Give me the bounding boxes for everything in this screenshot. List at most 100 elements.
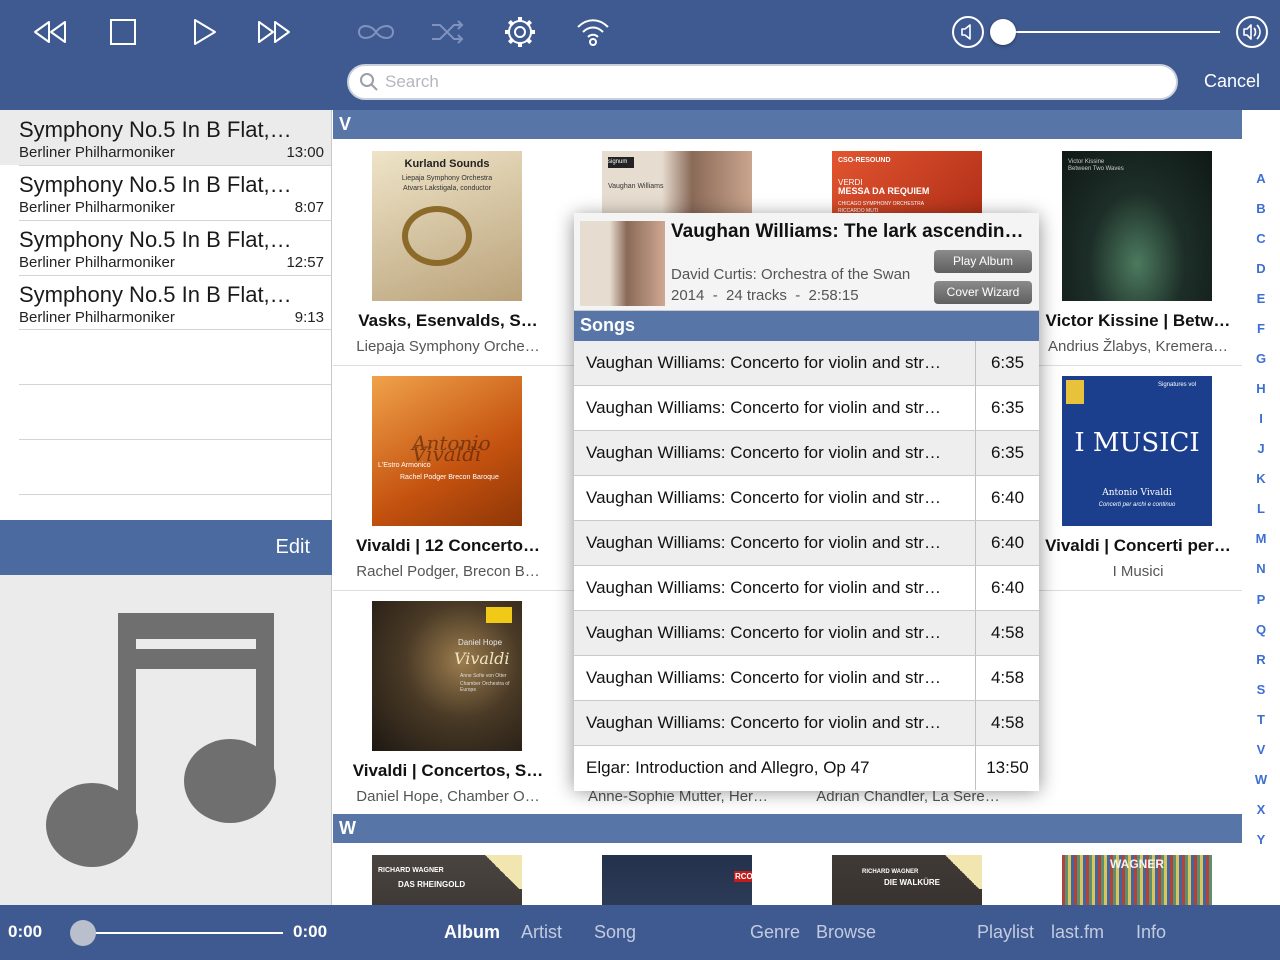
queue-item-duration: 12:57	[286, 254, 324, 271]
queue-item[interactable]: Symphony No.5 In B Flat,… Berliner Philh…	[0, 220, 331, 275]
index-letter[interactable]: Q	[1242, 622, 1280, 637]
song-row[interactable]: Vaughan Williams: Concerto for violin an…	[574, 341, 1039, 386]
tab-lastfm[interactable]: last.fm	[1051, 922, 1104, 943]
index-letter[interactable]: N	[1242, 561, 1280, 576]
index-letter[interactable]: M	[1242, 531, 1280, 546]
album-cover: RICHARD WAGNER DIE WALKÜRE	[832, 855, 982, 905]
index-letter[interactable]: V	[1242, 742, 1280, 757]
search-input[interactable]	[385, 72, 1145, 92]
repeat-icon[interactable]	[354, 12, 398, 52]
cover-caption: Between Two Waves	[1068, 166, 1124, 172]
song-row[interactable]: Vaughan Williams: Concerto for violin an…	[574, 521, 1039, 566]
album-cover: Kurland Sounds Liepaja Symphony Orchestr…	[372, 151, 522, 301]
wifi-icon[interactable]	[571, 12, 615, 52]
index-letter[interactable]: F	[1242, 321, 1280, 336]
song-row[interactable]: Vaughan Williams: Concerto for violin an…	[574, 566, 1039, 611]
album-title: Vivaldi | Concertos, S…	[352, 761, 544, 780]
album-detail-popover: Vaughan Williams: The lark ascendin… Dav…	[574, 213, 1039, 791]
song-title: Vaughan Williams: Concerto for violin an…	[586, 353, 941, 372]
queue-item[interactable]: Symphony No.5 In B Flat,… Berliner Philh…	[0, 110, 331, 165]
rewind-icon[interactable]	[28, 12, 72, 52]
cover-wizard-button[interactable]: Cover Wizard	[934, 281, 1032, 304]
cover-caption: Signatures vol	[1158, 382, 1197, 388]
play-album-button[interactable]: Play Album	[934, 250, 1032, 273]
tab-genre[interactable]: Genre	[750, 922, 800, 943]
index-letter[interactable]: S	[1242, 682, 1280, 697]
now-playing-artwork	[0, 575, 332, 905]
index-letter[interactable]: W	[1242, 772, 1280, 787]
song-row[interactable]: Vaughan Williams: Concerto for violin an…	[574, 431, 1039, 476]
index-letter[interactable]: D	[1242, 261, 1280, 276]
cover-caption: I MUSICI	[1074, 428, 1200, 458]
volume-slider-knob[interactable]	[990, 19, 1016, 45]
song-row[interactable]: Vaughan Williams: Concerto for violin an…	[574, 701, 1039, 746]
divider	[19, 439, 331, 440]
total-time: 0:00	[293, 922, 328, 941]
song-duration: 6:35	[990, 353, 1025, 372]
index-letter[interactable]: H	[1242, 381, 1280, 396]
index-letter[interactable]: J	[1242, 441, 1280, 456]
index-letter[interactable]: C	[1242, 231, 1280, 246]
song-row[interactable]: Vaughan Williams: Concerto for violin an…	[574, 611, 1039, 656]
album-artist: Andrius Žlabys, Kremera…	[1047, 338, 1229, 355]
index-letter[interactable]: K	[1242, 471, 1280, 486]
gear-icon[interactable]	[498, 12, 542, 52]
seek-slider-knob[interactable]	[70, 920, 96, 946]
popover-album-artist: David Curtis: Orchestra of the Swan	[671, 266, 911, 283]
album-artist: Rachel Podger, Brecon B…	[356, 563, 540, 580]
index-letter[interactable]: P	[1242, 592, 1280, 607]
index-letter[interactable]: A	[1242, 171, 1280, 186]
edit-button[interactable]: Edit	[276, 536, 310, 559]
stop-icon[interactable]	[101, 12, 145, 52]
play-icon[interactable]	[182, 12, 226, 52]
song-title: Vaughan Williams: Concerto for violin an…	[586, 668, 941, 687]
search-icon	[360, 73, 378, 91]
index-letter[interactable]: L	[1242, 501, 1280, 516]
song-row[interactable]: Vaughan Williams: Concerto for violin an…	[574, 656, 1039, 701]
queue-item[interactable]: Symphony No.5 In B Flat,… Berliner Philh…	[0, 165, 331, 220]
index-letter[interactable]: G	[1242, 351, 1280, 366]
queue-item[interactable]: Symphony No.5 In B Flat,… Berliner Philh…	[0, 275, 331, 330]
index-letter[interactable]: Y	[1242, 832, 1280, 847]
song-duration: 6:40	[990, 533, 1025, 552]
cover-caption: L'Estro Armonico	[378, 462, 431, 469]
tab-song[interactable]: Song	[594, 922, 636, 943]
tab-playlist[interactable]: Playlist	[977, 922, 1034, 943]
tab-artist[interactable]: Artist	[521, 922, 562, 943]
index-letter[interactable]: T	[1242, 712, 1280, 727]
song-duration: 6:35	[990, 443, 1025, 462]
volume-low-icon[interactable]	[946, 12, 990, 52]
index-letter[interactable]: E	[1242, 291, 1280, 306]
shuffle-icon[interactable]	[426, 12, 470, 52]
volume-high-icon[interactable]	[1230, 12, 1274, 52]
divider	[19, 384, 331, 385]
song-duration: 13:50	[986, 758, 1029, 777]
tab-album[interactable]: Album	[444, 922, 500, 943]
cover-caption: CSO-RESOUND	[838, 157, 891, 164]
top-toolbar: Cancel	[0, 0, 1280, 110]
index-letter[interactable]: R	[1242, 652, 1280, 667]
seek-slider-track[interactable]	[83, 932, 283, 934]
index-letter[interactable]: B	[1242, 201, 1280, 216]
index-letter[interactable]: I	[1242, 411, 1280, 426]
song-title: Vaughan Williams: Concerto for violin an…	[586, 713, 941, 732]
album-cover: RICHARD WAGNER DAS RHEINGOLD	[372, 855, 522, 905]
tab-browse[interactable]: Browse	[816, 922, 876, 943]
index-letter[interactable]: X	[1242, 802, 1280, 817]
song-row[interactable]: Vaughan Williams: Concerto for violin an…	[574, 476, 1039, 521]
volume-slider-track[interactable]	[1002, 31, 1220, 33]
album-cover: Signatures vol I MUSICI Antonio Vivaldi …	[1062, 376, 1212, 526]
song-title: Vaughan Williams: Concerto for violin an…	[586, 578, 941, 597]
divider	[19, 329, 331, 330]
label-corner	[942, 855, 982, 889]
fast-forward-icon[interactable]	[252, 12, 296, 52]
song-title: Vaughan Williams: Concerto for violin an…	[586, 443, 941, 462]
queue-edit-bar: Edit	[0, 520, 332, 575]
cancel-button[interactable]: Cancel	[1190, 71, 1274, 92]
song-row[interactable]: Elgar: Introduction and Allegro, Op 47 1…	[574, 746, 1039, 791]
popover-album-meta: 2014 - 24 tracks - 2:58:15	[671, 287, 859, 304]
queue-item-title: Symphony No.5 In B Flat,…	[19, 282, 292, 307]
song-row[interactable]: Vaughan Williams: Concerto for violin an…	[574, 386, 1039, 431]
cover-caption: Anne Sofie von Otter	[460, 673, 507, 679]
tab-info[interactable]: Info	[1136, 922, 1166, 943]
